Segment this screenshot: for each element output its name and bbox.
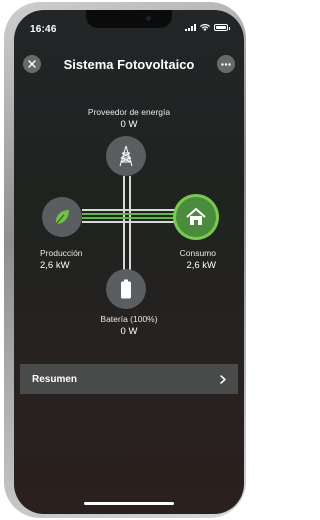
power-tower-icon bbox=[119, 145, 133, 167]
phone-frame: 16:46 Sistema Fotovoltaico Proveedor de … bbox=[4, 2, 246, 518]
signal-icon bbox=[185, 24, 196, 31]
grid-label: Proveedor de energía bbox=[87, 107, 171, 117]
flow-line-left bbox=[123, 176, 125, 277]
battery-status-icon bbox=[214, 24, 230, 31]
leaf-icon bbox=[55, 210, 69, 225]
notch bbox=[86, 10, 172, 28]
flow-line-top bbox=[82, 209, 178, 211]
status-time: 16:46 bbox=[30, 24, 57, 35]
battery-label: Batería (100%) bbox=[100, 314, 158, 324]
status-icons bbox=[185, 24, 230, 31]
flow-line-right bbox=[129, 176, 131, 277]
consumption-node[interactable] bbox=[176, 197, 216, 237]
production-value: 2,6 kW bbox=[40, 260, 70, 271]
camera bbox=[146, 16, 151, 21]
production-node[interactable] bbox=[42, 197, 82, 237]
energy-flow-line-b bbox=[82, 217, 178, 219]
home-indicator[interactable] bbox=[84, 502, 174, 505]
app-screen: 16:46 Sistema Fotovoltaico Proveedor de … bbox=[14, 10, 244, 514]
production-label: Producción bbox=[40, 248, 83, 258]
consumption-value: 2,6 kW bbox=[186, 260, 216, 271]
chevron-right-icon bbox=[220, 374, 226, 384]
more-options-button[interactable] bbox=[217, 55, 235, 73]
battery-icon bbox=[121, 279, 131, 299]
more-icon bbox=[221, 62, 231, 66]
flow-line-bottom bbox=[82, 221, 178, 223]
summary-row[interactable]: Resumen bbox=[20, 364, 238, 394]
summary-label: Resumen bbox=[32, 373, 78, 385]
battery-node[interactable] bbox=[106, 269, 146, 309]
grid-node[interactable] bbox=[106, 136, 146, 176]
energy-flow-line-a bbox=[82, 213, 178, 215]
consumption-label: Consumo bbox=[179, 248, 216, 258]
wifi-icon bbox=[200, 24, 210, 31]
battery-value: 0 W bbox=[120, 326, 138, 337]
grid-value: 0 W bbox=[120, 119, 138, 130]
page-title: Sistema Fotovoltaico bbox=[63, 57, 195, 72]
home-icon bbox=[186, 208, 206, 225]
